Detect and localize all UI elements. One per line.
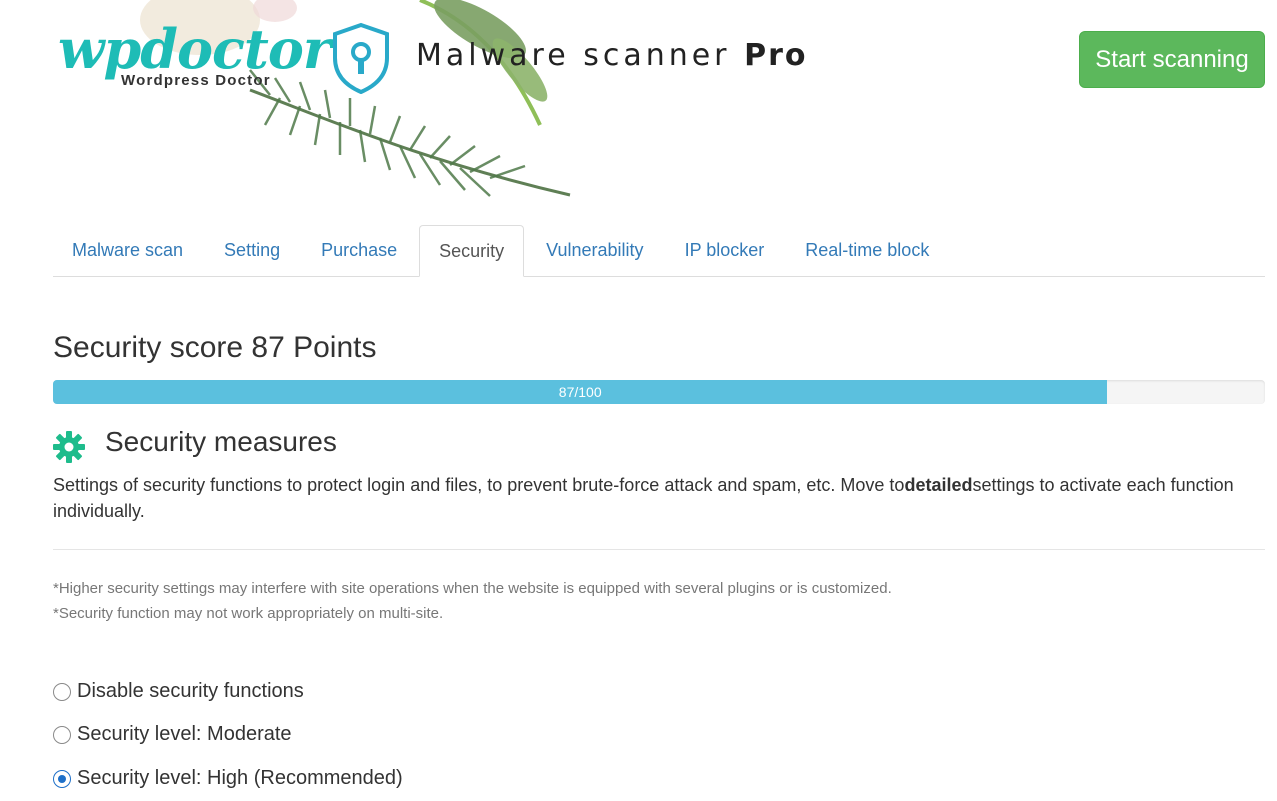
level-option-label: Security level: Moderate [77, 723, 292, 745]
desc-detailed-text: detailed [904, 475, 973, 495]
tab-purchase[interactable]: Purchase [302, 225, 416, 275]
security-score-progress: 87/100 [53, 380, 1265, 404]
tab-real-time-block[interactable]: Real-time block [786, 225, 948, 275]
shield-lock-icon [333, 22, 389, 94]
wpdoctor-logo: wpdoctor [58, 17, 331, 81]
security-score-title: Security score 87 Points [53, 331, 377, 364]
security-measures-description: Settings of security functions to protec… [53, 472, 1265, 524]
level-option-label: Disable security functions [77, 680, 304, 702]
product-edition: Pro [744, 38, 808, 73]
progress-bar-fill: 87/100 [53, 380, 1108, 404]
tab-setting[interactable]: Setting [205, 225, 299, 275]
radio-button[interactable] [53, 725, 71, 744]
product-name: Malware scanner [416, 38, 731, 73]
logo-subtitle: Wordpress Doctor [121, 72, 271, 89]
tab-malware-scan[interactable]: Malware scan [53, 225, 202, 275]
start-scanning-button[interactable]: Start scanning [1079, 31, 1265, 88]
note-multisite-warning: *Security function may not work appropri… [53, 605, 444, 622]
main-tabs: Malware scan Setting Purchase Security V… [53, 225, 1265, 277]
radio-button[interactable] [53, 769, 71, 788]
tab-vulnerability[interactable]: Vulnerability [527, 225, 662, 275]
section-divider [53, 549, 1265, 550]
level-option-disable[interactable]: Disable security functions [53, 680, 304, 703]
level-option-label: Security level: High (Recommended) [77, 767, 403, 789]
desc-text-before: Settings of security functions to protec… [53, 475, 905, 495]
tab-security[interactable]: Security [419, 225, 525, 277]
note-plugins-warning: *Higher security settings may interfere … [53, 580, 892, 597]
level-option-moderate[interactable]: Security level: Moderate [53, 723, 292, 746]
security-measures-title: Security measures [105, 426, 337, 457]
product-title: Malware scanner Pro [416, 38, 807, 73]
level-option-high[interactable]: Security level: High (Recommended) [53, 767, 403, 790]
gear-icon [53, 431, 85, 463]
radio-button[interactable] [53, 682, 71, 701]
tab-ip-blocker[interactable]: IP blocker [666, 225, 784, 275]
